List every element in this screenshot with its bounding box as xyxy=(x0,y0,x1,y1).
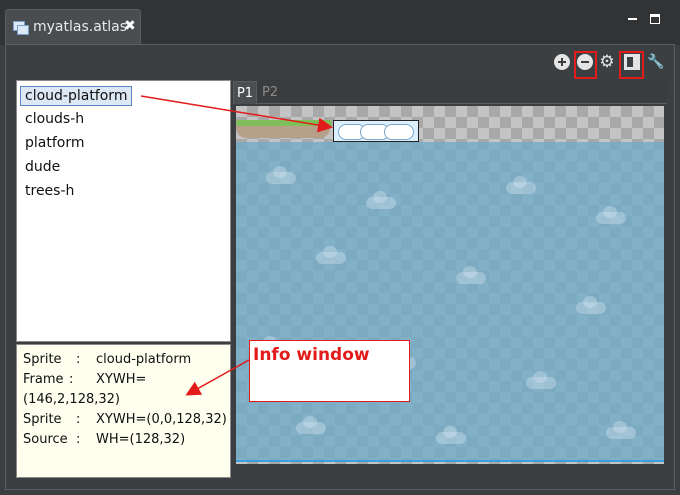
info-value-frame: XYWH= xyxy=(96,372,147,387)
page-bottom-line xyxy=(236,460,664,462)
info-label-source: Source xyxy=(23,432,68,447)
cloud-platform-sprite[interactable] xyxy=(333,120,419,142)
info-label-sprite: Sprite xyxy=(23,352,62,367)
editor-tab[interactable]: myatlas.atlas ✖ xyxy=(5,9,141,45)
info-value-sprite: cloud-platform xyxy=(96,352,192,367)
background-cloud xyxy=(596,206,626,224)
info-value-source: WH=(128,32) xyxy=(96,432,186,447)
layout-toggle-highlight-box xyxy=(619,51,644,79)
sprite-list: cloud-platform clouds-h platform dude tr… xyxy=(16,80,231,342)
sprite-list-item-dude[interactable]: dude xyxy=(25,159,60,175)
background-cloud xyxy=(436,426,466,444)
tab-p1[interactable]: P1 xyxy=(233,81,257,104)
clouds-h-sprite xyxy=(236,142,664,462)
info-sep: : xyxy=(76,432,81,447)
cloud-blob xyxy=(384,124,414,140)
info-value-frame-coords: (146,2,128,32) xyxy=(23,392,120,407)
editor-tab-bar: myatlas.atlas ✖ xyxy=(0,0,680,45)
minimize-icon[interactable] xyxy=(628,14,638,24)
tab-title: myatlas.atlas xyxy=(33,19,128,35)
info-sep: : xyxy=(69,372,74,387)
background-cloud xyxy=(526,371,556,389)
background-cloud xyxy=(266,166,296,184)
info-label-frame: Frame xyxy=(23,372,64,387)
background-cloud xyxy=(576,296,606,314)
info-label-sprite-xywh: Sprite xyxy=(23,412,62,427)
platform-sprite[interactable] xyxy=(236,120,332,140)
wrench-icon[interactable]: 🔧 xyxy=(647,54,664,70)
background-cloud xyxy=(606,421,636,439)
atlas-file-icon xyxy=(13,21,29,35)
info-window-callout: Info window xyxy=(249,340,410,402)
info-sep: : xyxy=(76,412,81,427)
sprite-list-item-trees-h[interactable]: trees-h xyxy=(25,183,74,199)
background-cloud xyxy=(366,191,396,209)
info-sep: : xyxy=(76,352,81,367)
zoom-out-highlight-box xyxy=(574,51,597,79)
page-tabs: P1 P2 xyxy=(233,80,667,104)
background-cloud xyxy=(506,176,536,194)
platform-rock xyxy=(236,126,330,138)
atlas-canvas[interactable] xyxy=(236,106,664,464)
background-cloud xyxy=(316,246,346,264)
maximize-icon[interactable] xyxy=(650,14,660,24)
sprite-list-item-cloud-platform[interactable]: cloud-platform xyxy=(20,86,133,106)
zoom-in-icon[interactable] xyxy=(554,54,570,70)
background-cloud xyxy=(296,416,326,434)
sprite-list-item-platform[interactable]: platform xyxy=(25,135,85,151)
sprite-list-item-clouds-h[interactable]: clouds-h xyxy=(25,111,84,127)
info-value-sprite-xywh: XYWH=(0,0,128,32) xyxy=(96,412,227,427)
info-window: Sprite : cloud-platform Frame : XYWH= (1… xyxy=(16,344,231,478)
settings-gear-icon[interactable]: ⚙ xyxy=(599,54,615,71)
tab-p2[interactable]: P2 xyxy=(258,81,282,104)
background-cloud xyxy=(456,266,486,284)
callout-label: Info window xyxy=(253,345,370,365)
close-icon[interactable]: ✖ xyxy=(124,18,136,34)
